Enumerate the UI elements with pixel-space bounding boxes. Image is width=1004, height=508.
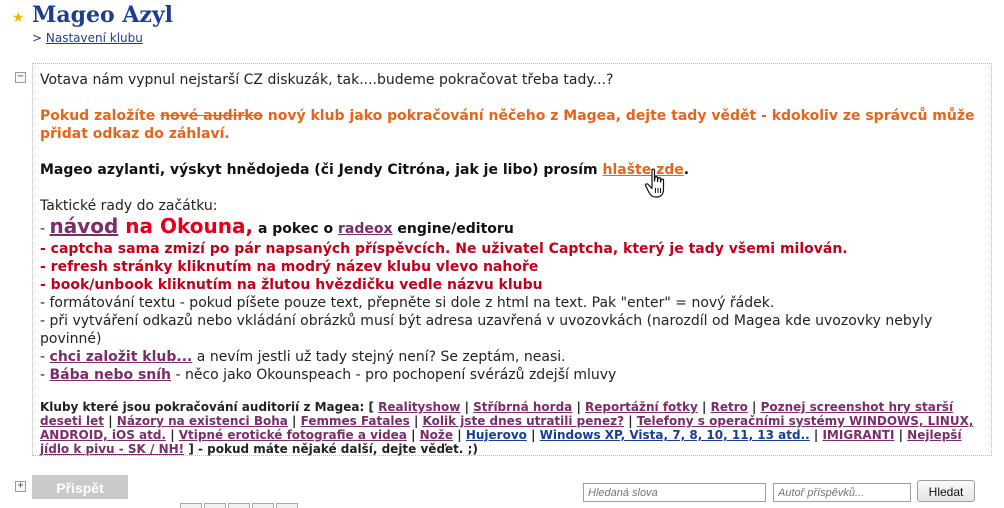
create-club-link[interactable]: chci založit klub... xyxy=(50,349,193,365)
club-settings-link[interactable]: Nastavení klubu xyxy=(46,31,143,45)
club-link[interactable]: Femmes Fatales xyxy=(301,414,410,428)
club-separator: | xyxy=(894,428,908,442)
club-separator: | xyxy=(166,428,179,442)
club-list-intro: Kluby které jsou pokračování auditorií z… xyxy=(40,400,379,414)
radeox-link[interactable]: radeox xyxy=(338,221,393,237)
club-link[interactable]: Hujerovo xyxy=(466,428,527,442)
tip-mid: a pokec o xyxy=(253,221,339,237)
club-separator: | xyxy=(572,400,586,414)
report-end: . xyxy=(683,162,690,178)
club-separator: | xyxy=(453,428,466,442)
editor-tab[interactable] xyxy=(276,503,298,508)
club-link[interactable]: Realityshow xyxy=(378,400,460,414)
search-input[interactable] xyxy=(583,483,766,502)
club-link[interactable]: Názory na existenci Boha xyxy=(117,414,288,428)
tip-end: engine/editoru xyxy=(392,221,514,237)
tip-dash: - xyxy=(40,221,50,237)
club-separator: | xyxy=(809,428,823,442)
tip-line-4: - book/unbook kliknutím na žlutou hvězdi… xyxy=(40,277,543,293)
club-list-outro: ] - pokud máte nějaké další, dejte věďet… xyxy=(184,442,478,456)
minus-box-icon[interactable]: − xyxy=(15,72,26,83)
club-link[interactable]: Retro xyxy=(711,400,748,414)
intro-text: Votava nám vypnul nejstarší CZ diskuzák,… xyxy=(40,72,614,88)
club-link[interactable]: Windows XP, Vista, 7, 8, 10, 11, 13 atd.… xyxy=(540,428,810,442)
club-separator: | xyxy=(460,400,474,414)
plus-box-icon[interactable]: + xyxy=(15,481,26,492)
baba-nebo-snih-link[interactable]: Bába nebo sníh xyxy=(50,367,172,383)
notice-struck: nové audirko xyxy=(160,108,263,124)
tip-text: - něco jako Okounspeach - pro pochopení … xyxy=(171,367,617,383)
tip-dash: - xyxy=(40,349,50,365)
notice-text: Pokud založíte nové audirko nový klub ja… xyxy=(40,107,985,143)
club-separator: | xyxy=(104,414,117,428)
club-separator: | xyxy=(406,428,420,442)
club-link[interactable]: Reportážní fotky xyxy=(585,400,698,414)
tip-line-2: - captcha sama zmizí po pár napsaných př… xyxy=(40,241,848,257)
club-link[interactable]: Kolik jste dnes utratili penez? xyxy=(423,414,625,428)
tip-line-3: - refresh stránky kliknutím na modrý náz… xyxy=(40,259,539,275)
breadcrumb-prefix: > xyxy=(32,31,43,45)
club-header-box: Votava nám vypnul nejstarší CZ diskuzák,… xyxy=(32,63,992,456)
post-button[interactable]: Přispět xyxy=(32,475,128,499)
club-link[interactable]: IMIGRANTI xyxy=(822,428,894,442)
breadcrumb: > Nastavení klubu xyxy=(32,31,143,45)
author-input[interactable] xyxy=(773,483,911,502)
club-separator: | xyxy=(526,428,540,442)
star-icon[interactable]: ★ xyxy=(12,10,25,26)
tip-text: a nevím jestli už tady stejný není? Se z… xyxy=(192,349,566,365)
club-separator: | xyxy=(697,400,711,414)
tip-line-6: - při vytváření odkazů nebo vkládání obr… xyxy=(40,313,933,347)
hand-pointer-icon xyxy=(644,168,665,198)
report-text: Mageo azylanti, výskyt hnědojeda (či Jen… xyxy=(40,161,985,179)
tip-line-1: - návod na Okouna, a pokec o radeox engi… xyxy=(40,215,985,240)
tip-dash: - xyxy=(40,367,50,383)
editor-tab[interactable] xyxy=(204,503,226,508)
club-title-link[interactable]: Mageo Azyl xyxy=(32,2,173,28)
tip-line-5: - formátování textu - pokud píšete pouze… xyxy=(40,295,775,311)
search-button[interactable]: Hledat xyxy=(917,480,975,502)
editor-tab[interactable] xyxy=(252,503,274,508)
club-link[interactable]: Nože xyxy=(420,428,453,442)
club-list: Kluby které jsou pokračování auditorií z… xyxy=(40,400,985,456)
okoun-text: na Okouna, xyxy=(118,214,254,238)
tip-line-7: - chci založit klub... a nevím jestli už… xyxy=(40,348,985,366)
editor-tab[interactable] xyxy=(180,503,202,508)
notice-pre: Pokud založíte xyxy=(40,108,161,124)
club-link[interactable]: Vtipné erotické fotografie a videa xyxy=(179,428,407,442)
tip-line-8: - Bába nebo sníh - něco jako Okounspeach… xyxy=(40,366,985,384)
club-separator: | xyxy=(409,414,423,428)
navod-link[interactable]: návod xyxy=(50,214,119,238)
report-pre: Mageo azylanti, výskyt hnědojeda (či Jen… xyxy=(40,162,603,178)
editor-tab[interactable] xyxy=(228,503,250,508)
tips-heading: Taktické rady do začátku: xyxy=(40,198,218,214)
club-separator: | xyxy=(624,414,637,428)
club-separator: | xyxy=(747,400,761,414)
club-link[interactable]: Stříbrná horda xyxy=(473,400,572,414)
club-separator: | xyxy=(287,414,301,428)
club-header-content: Votava nám vypnul nejstarší CZ diskuzák,… xyxy=(40,71,985,456)
